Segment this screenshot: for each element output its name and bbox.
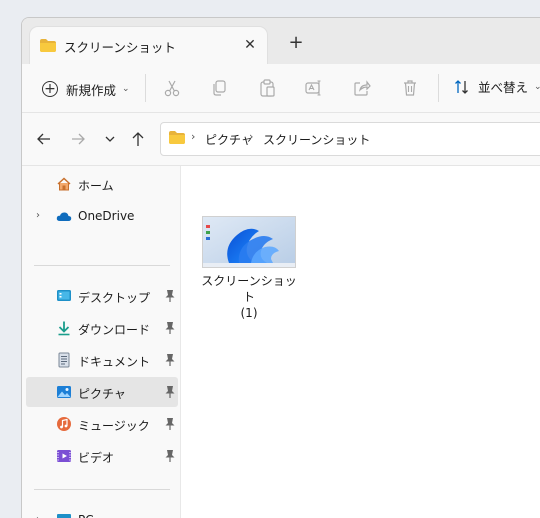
folder-icon bbox=[169, 131, 185, 144]
command-bar: + 新規作成 ⌄ 並べ替え bbox=[22, 64, 540, 113]
chevron-down-icon: ⌄ bbox=[534, 82, 540, 92]
download-icon bbox=[58, 321, 70, 336]
tab-title: スクリーンショット bbox=[64, 40, 176, 55]
file-list[interactable]: スクリーンショット (1) bbox=[181, 166, 540, 518]
sidebar-item-label: ピクチャ bbox=[78, 387, 126, 401]
share-icon[interactable] bbox=[352, 78, 372, 98]
copy-icon[interactable] bbox=[209, 78, 229, 98]
sidebar-item-onedrive[interactable]: › OneDrive bbox=[26, 201, 178, 231]
new-label: 新規作成 bbox=[66, 82, 117, 98]
back-arrow-icon[interactable] bbox=[34, 129, 54, 149]
desktop-icon bbox=[57, 290, 71, 301]
pin-icon[interactable] bbox=[164, 321, 176, 335]
sidebar-item-videos[interactable]: ビデオ bbox=[26, 441, 178, 471]
sidebar-item-pictures[interactable]: ピクチャ bbox=[26, 377, 178, 407]
sidebar-item-label: ビデオ bbox=[78, 451, 115, 465]
sort-icon bbox=[455, 79, 468, 94]
sidebar-item-home[interactable]: ホーム bbox=[26, 169, 178, 199]
home-icon bbox=[57, 177, 71, 191]
file-item[interactable]: スクリーンショット (1) bbox=[201, 216, 297, 321]
sidebar-item-label: ミュージック bbox=[78, 419, 150, 433]
sidebar-item-label: PC bbox=[78, 513, 94, 518]
up-arrow-icon[interactable] bbox=[128, 129, 148, 149]
new-tab-button[interactable]: + bbox=[284, 32, 308, 56]
chevron-right-icon[interactable]: › bbox=[249, 130, 253, 143]
recent-locations-chevron-icon[interactable] bbox=[100, 129, 120, 149]
file-name-line2: (1) bbox=[240, 306, 258, 320]
chevron-right-icon[interactable]: › bbox=[36, 210, 40, 221]
navigation-pane: ホーム › OneDrive デスクトップ ダウンロード ドキュメント ピクチャ… bbox=[22, 166, 181, 518]
tab-screenshots[interactable]: スクリーンショット ✕ bbox=[30, 27, 267, 65]
sidebar-item-music[interactable]: ミュージック bbox=[26, 409, 178, 439]
explorer-window: スクリーンショット ✕ + + 新規作成 ⌄ 並べ替え › ピクチャ › スクリ… bbox=[21, 17, 540, 518]
cloud-icon bbox=[56, 212, 72, 221]
sidebar-divider bbox=[34, 265, 170, 266]
music-icon bbox=[57, 417, 71, 431]
pin-icon[interactable] bbox=[164, 289, 176, 303]
paste-icon[interactable] bbox=[257, 78, 277, 98]
sidebar-item-label: ホーム bbox=[78, 179, 114, 193]
file-name-line1: スクリーンショット bbox=[201, 274, 297, 304]
tab-bar: スクリーンショット ✕ + bbox=[22, 18, 540, 65]
breadcrumb-screenshots[interactable]: スクリーンショット bbox=[263, 131, 370, 148]
pin-icon[interactable] bbox=[164, 385, 176, 399]
address-bar[interactable]: › ピクチャ › スクリーンショット bbox=[160, 122, 540, 156]
forward-arrow-icon[interactable] bbox=[68, 129, 88, 149]
sidebar-item-downloads[interactable]: ダウンロード bbox=[26, 313, 178, 343]
toolbar-divider bbox=[438, 74, 439, 102]
sort-button[interactable]: 並べ替え ⌄ bbox=[454, 77, 540, 96]
pin-icon[interactable] bbox=[164, 353, 176, 367]
chevron-right-icon[interactable]: › bbox=[36, 514, 40, 518]
toolbar-divider bbox=[145, 74, 146, 102]
documents-icon bbox=[58, 352, 70, 368]
breadcrumb-pictures[interactable]: ピクチャ bbox=[205, 131, 253, 148]
delete-icon[interactable] bbox=[400, 78, 420, 98]
sidebar-divider bbox=[34, 489, 170, 490]
screenshot-thumbnail bbox=[202, 216, 296, 268]
videos-icon bbox=[57, 450, 71, 462]
sidebar-item-label: ダウンロード bbox=[78, 323, 151, 337]
file-name: スクリーンショット (1) bbox=[201, 273, 297, 321]
new-button[interactable]: + 新規作成 ⌄ bbox=[42, 77, 130, 101]
sidebar-item-desktop[interactable]: デスクトップ bbox=[26, 281, 178, 311]
sidebar-item-label: ドキュメント bbox=[78, 355, 151, 369]
computer-icon bbox=[57, 514, 71, 518]
pin-icon[interactable] bbox=[164, 449, 176, 463]
pictures-icon bbox=[57, 386, 71, 398]
sidebar-item-label: OneDrive bbox=[78, 209, 135, 223]
sidebar-item-label: デスクトップ bbox=[78, 291, 151, 305]
chevron-down-icon: ⌄ bbox=[122, 84, 130, 94]
rename-icon[interactable] bbox=[304, 78, 324, 98]
sidebar-item-documents[interactable]: ドキュメント bbox=[26, 345, 178, 375]
folder-icon bbox=[40, 39, 56, 52]
chevron-right-icon[interactable]: › bbox=[191, 130, 195, 143]
navigation-row: › ピクチャ › スクリーンショット bbox=[22, 113, 540, 166]
cut-icon[interactable] bbox=[162, 78, 182, 98]
sidebar-item-pc[interactable]: › PC bbox=[26, 505, 178, 518]
close-tab-button[interactable]: ✕ bbox=[240, 35, 260, 55]
pin-icon[interactable] bbox=[164, 417, 176, 431]
add-icon: + bbox=[42, 81, 58, 97]
sort-label: 並べ替え bbox=[478, 80, 529, 95]
